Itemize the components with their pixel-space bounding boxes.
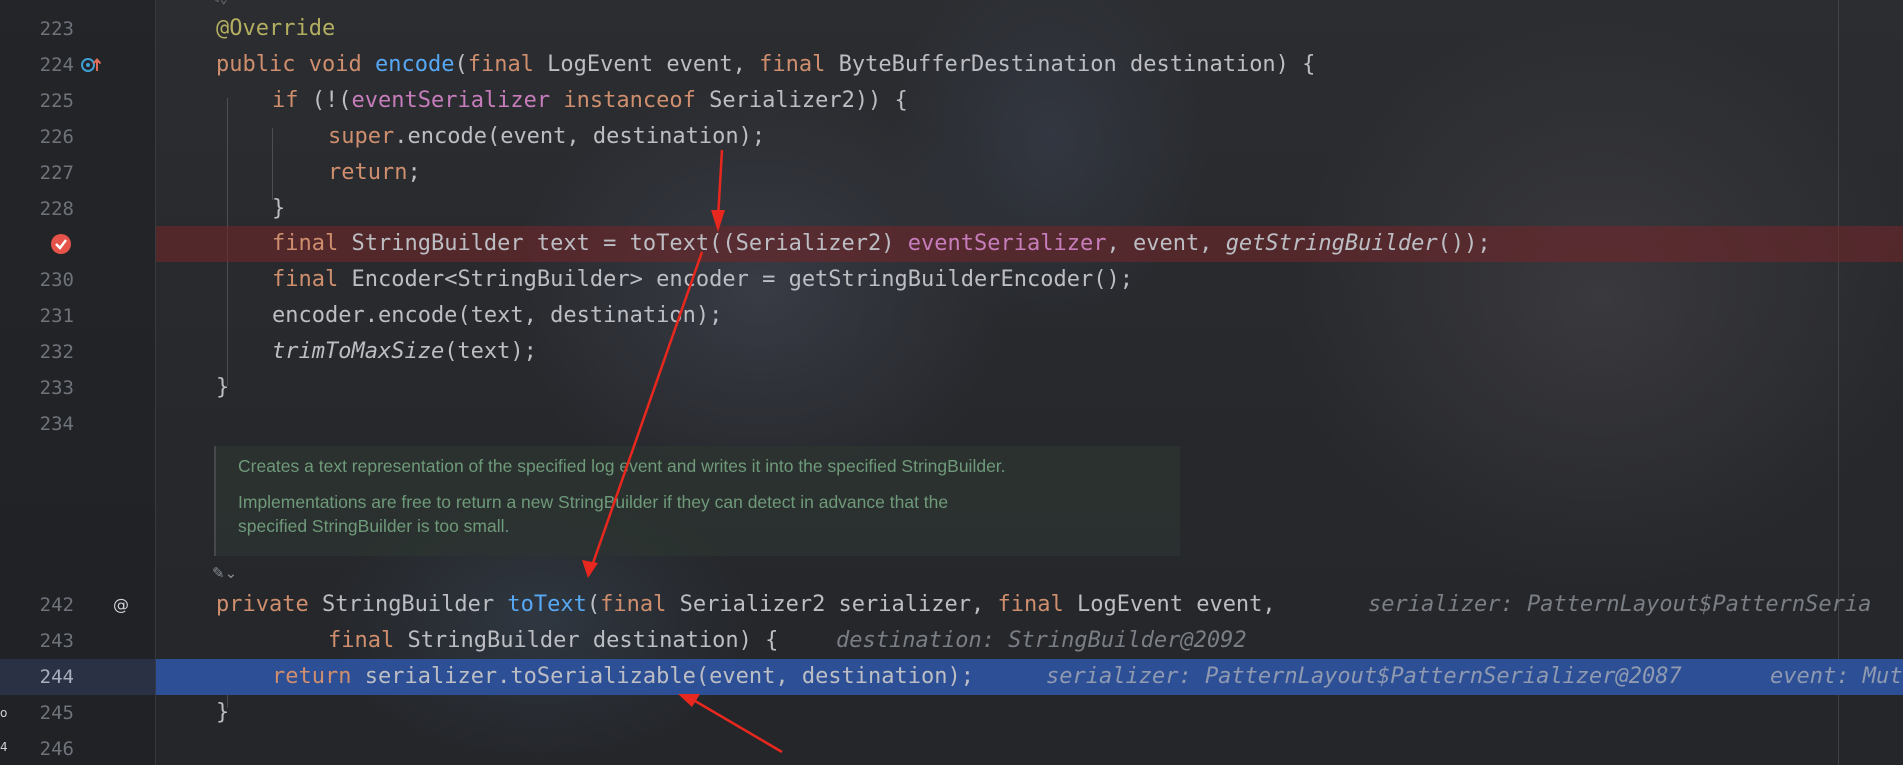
code-line-232[interactable]: 232 trimToMaxSize(text); [0,334,1903,370]
line-number: 227 [39,162,74,184]
javadoc-paragraph: Creates a text representation of the spe… [238,456,1006,476]
svg-text:@: @ [113,595,129,614]
line-number: 224 [39,54,74,76]
breakpoint-icon[interactable] [50,233,72,255]
code-line-242[interactable]: 242 @ private StringBuilder toText(final… [0,587,1903,623]
code-line-234[interactable]: 234 [0,406,1903,442]
code-line-233[interactable]: 233 } [0,370,1903,406]
line-number: 223 [39,18,74,40]
code-text: if (!(eventSerializer instanceof Seriali… [272,88,908,113]
code-line-230[interactable]: 230 final Encoder<StringBuilder> encoder… [0,262,1903,298]
code-text: final StringBuilder text = toText((Seria… [272,231,1491,256]
code-text: private StringBuilder toText(final Seria… [216,592,1276,617]
code-line-223[interactable]: 223 @Override [0,11,1903,47]
code-text: } [216,700,230,725]
line-number: 230 [39,269,74,291]
inline-debug-value: serializer: PatternLayout$PatternSeriali… [1046,664,1682,689]
inline-debug-value: serializer: PatternLayout$PatternSeria [1368,592,1872,617]
javadoc-paragraph: Implementations are free to return a new… [238,492,949,512]
code-text: } [272,196,286,221]
code-line-245[interactable]: 245 } [0,695,1903,731]
code-text: trimToMaxSize(text); [272,339,537,364]
code-line-226[interactable]: 226 super.encode(event, destination); [0,119,1903,155]
line-number: 234 [39,413,74,435]
line-number: 225 [39,90,74,112]
annotation-at-icon[interactable]: @ [110,594,132,616]
code-text: super.encode(event, destination); [328,124,766,149]
code-line-229-breakpoint[interactable]: final StringBuilder text = toText((Seria… [0,226,1903,262]
code-line-243[interactable]: 243 final StringBuilder destination) { d… [0,623,1903,659]
code-line-224[interactable]: 224 public void encode(final LogEvent ev… [0,47,1903,83]
line-number: 232 [39,341,74,363]
line-number: 228 [39,198,74,220]
code-line-244-execution-point[interactable]: 244 return serializer.toSerializable(eve… [0,659,1903,695]
line-number: 242 [39,594,74,616]
code-line-228[interactable]: 228 } [0,191,1903,227]
javadoc-toggle-icon[interactable]: ✎⌄ [212,562,244,584]
code-text: public void encode(final LogEvent event,… [216,52,1316,77]
line-number: 233 [39,377,74,399]
code-line-246[interactable]: 246 [0,731,1903,765]
code-text: final StringBuilder destination) { [328,628,779,653]
code-text: return; [328,160,421,185]
code-line-231[interactable]: 231 encoder.encode(text, destination); [0,298,1903,334]
line-number: 243 [39,630,74,652]
code-text: @Override [216,16,336,41]
code-editor[interactable]: ✎⌄ 223 @Override 224 public void encode(… [0,0,1903,765]
code-line-227[interactable]: 227 return; [0,155,1903,191]
code-line-225[interactable]: 225 if (!(eventSerializer instanceof Ser… [0,83,1903,119]
rendered-javadoc[interactable]: Creates a text representation of the spe… [214,446,1180,556]
line-number: 246 [39,738,74,760]
left-edge-partial-icon: o [0,706,8,720]
code-text: final Encoder<StringBuilder> encoder = g… [272,267,1133,292]
inline-debug-value: event: Mut [1770,664,1903,689]
override-method-icon[interactable] [80,55,102,75]
left-edge-partial-icon: 4 [0,740,8,754]
line-number: 226 [39,126,74,148]
line-number: 244 [39,666,74,688]
line-number: 245 [39,702,74,724]
code-text: return serializer.toSerializable(event, … [272,664,975,689]
fold-marker-icon[interactable]: ✎⌄ [212,0,236,7]
javadoc-paragraph: specified StringBuilder is too small. [238,516,510,536]
code-text: encoder.encode(text, destination); [272,303,723,328]
line-number: 231 [39,305,74,327]
inline-debug-value: destination: StringBuilder@2092 [836,628,1247,653]
code-text: } [216,375,230,400]
